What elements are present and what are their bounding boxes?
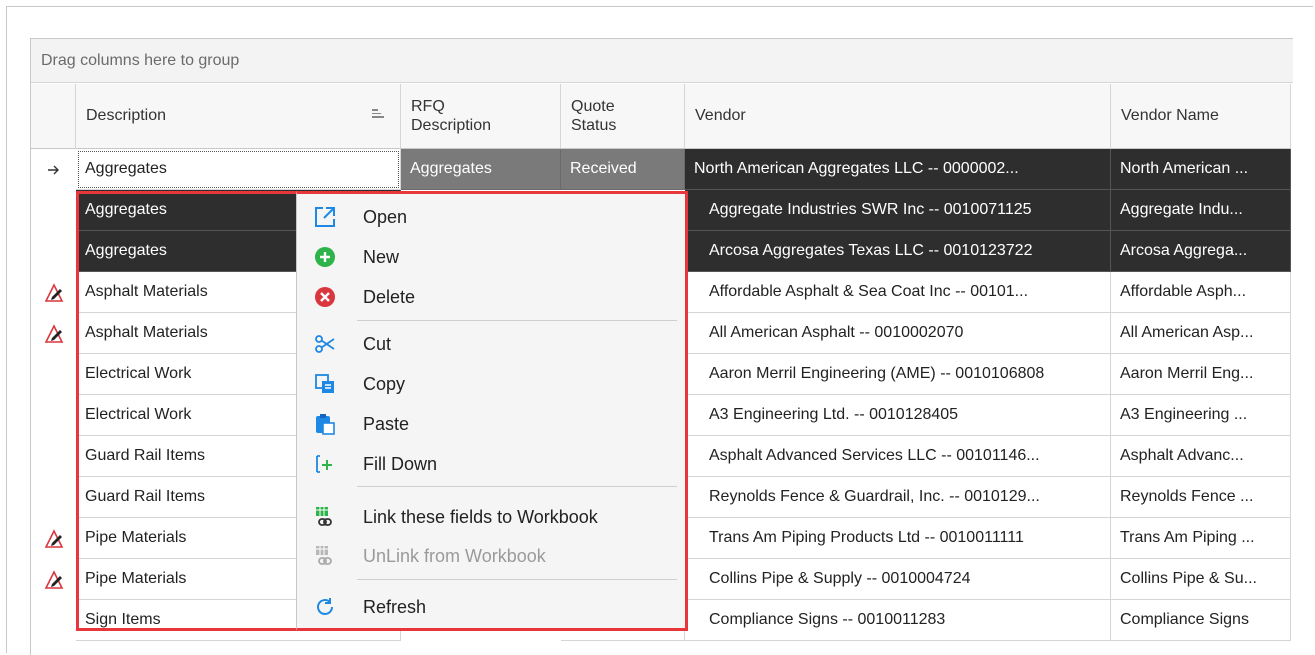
menu-separator (357, 579, 677, 580)
menu-separator (357, 320, 677, 321)
cell-quote-status[interactable]: Received (561, 149, 685, 190)
cell-vendor[interactable]: Compliance Signs -- 0010011283 (685, 600, 1111, 641)
fill-down-icon (303, 444, 347, 484)
cell-description[interactable]: Aggregates (76, 149, 401, 190)
menu-item-fill-down[interactable]: Fill Down (297, 444, 685, 484)
open-external-icon (303, 197, 347, 237)
status-header-line2: Status (571, 117, 617, 134)
cell-vendor-name[interactable]: Affordable Asph... (1111, 272, 1291, 313)
group-panel[interactable]: Drag columns here to group (31, 39, 1293, 83)
menu-item-copy-label: Copy (363, 373, 406, 394)
current-row-arrow-icon (31, 149, 76, 190)
table-row[interactable]: Aggregates Aggregates Received North Ame… (31, 149, 1293, 190)
cell-vendor-name[interactable]: Asphalt Advanc... (1111, 436, 1291, 477)
menu-item-open[interactable]: Open (297, 197, 685, 237)
cell-vendor-name[interactable]: Collins Pipe & Su... (1111, 559, 1291, 600)
menu-item-open-label: Open (363, 206, 408, 227)
menu-item-paste-label: Paste (363, 413, 410, 434)
cell-vendor[interactable]: Aggregate Industries SWR Inc -- 00100711… (685, 190, 1111, 231)
cell-vendor[interactable]: Arcosa Aggregates Texas LLC -- 001012372… (685, 231, 1111, 272)
cell-vendor-name[interactable]: All American Asp... (1111, 313, 1291, 354)
cell-vendor-name[interactable]: Arcosa Aggrega... (1111, 231, 1291, 272)
cell-vendor-name[interactable]: Compliance Signs (1111, 600, 1291, 641)
cell-vendor[interactable]: North American Aggregates LLC -- 0000002… (685, 149, 1111, 190)
menu-item-paste[interactable]: Paste (297, 404, 685, 444)
cell-vendor[interactable]: Collins Pipe & Supply -- 0010004724 (685, 559, 1111, 600)
cell-vendor-name[interactable]: Aaron Merril Eng... (1111, 354, 1291, 395)
menu-item-new-label: New (363, 246, 400, 267)
menu-item-link-workbook-label: Link these fields to Workbook (363, 506, 598, 527)
menu-item-unlink-workbook[interactable]: UnLink from Workbook (297, 536, 685, 576)
sort-ascending-icon[interactable] (372, 109, 384, 121)
menu-item-cut-label: Cut (363, 333, 392, 354)
column-header-vendor[interactable]: Vendor (685, 84, 1111, 149)
menu-item-link-workbook[interactable]: Link these fields to Workbook (297, 497, 685, 537)
menu-item-new[interactable]: New (297, 237, 685, 277)
menu-item-delete-label: Delete (363, 286, 416, 307)
menu-item-unlink-workbook-label: UnLink from Workbook (363, 545, 546, 566)
indicator-header (31, 84, 76, 149)
column-header-rfq-description[interactable]: RFQ Description (401, 84, 561, 149)
warning-edit-icon (31, 313, 76, 354)
warning-edit-icon (31, 518, 76, 559)
cell-vendor[interactable]: Asphalt Advanced Services LLC -- 0010114… (685, 436, 1111, 477)
cell-vendor[interactable]: All American Asphalt -- 0010002070 (685, 313, 1111, 354)
cell-vendor-name[interactable]: Reynolds Fence ... (1111, 477, 1291, 518)
column-header-vendor-label: Vendor (695, 107, 746, 124)
menu-separator (357, 486, 677, 487)
column-header-vendor-name-label: Vendor Name (1121, 107, 1219, 124)
add-icon (303, 237, 347, 277)
menu-item-delete[interactable]: Delete (297, 277, 685, 317)
rfq-header-line1: RFQ (411, 98, 445, 115)
cell-vendor[interactable]: Aaron Merril Engineering (AME) -- 001010… (685, 354, 1111, 395)
warning-edit-icon (31, 272, 76, 313)
cell-vendor[interactable]: Reynolds Fence & Guardrail, Inc. -- 0010… (685, 477, 1111, 518)
column-header-description-label: Description (86, 107, 167, 124)
warning-edit-icon (31, 559, 76, 600)
scissors-icon (303, 324, 347, 364)
cell-vendor-name[interactable]: A3 Engineering ... (1111, 395, 1291, 436)
unlink-workbook-icon (303, 536, 347, 576)
cell-vendor-name[interactable]: Trans Am Piping ... (1111, 518, 1291, 559)
cell-vendor-name[interactable]: Aggregate Indu... (1111, 190, 1291, 231)
column-header-quote-status[interactable]: Quote Status (561, 84, 685, 149)
rfq-header-line2: Description (411, 117, 492, 134)
refresh-icon (303, 587, 347, 627)
context-menu: Open New Delete Cut Copy Paste Fill Down… (296, 191, 688, 631)
paste-icon (303, 404, 347, 444)
column-header-description[interactable]: Description (76, 84, 401, 149)
cell-vendor[interactable]: A3 Engineering Ltd. -- 0010128405 (685, 395, 1111, 436)
menu-item-cut[interactable]: Cut (297, 324, 685, 364)
link-workbook-icon (303, 497, 347, 537)
menu-item-fill-down-label: Fill Down (363, 453, 438, 474)
menu-item-refresh-label: Refresh (363, 596, 427, 617)
copy-icon (303, 364, 347, 404)
column-header-vendor-name[interactable]: Vendor Name (1111, 84, 1291, 149)
cell-vendor[interactable]: Affordable Asphalt & Sea Coat Inc -- 001… (685, 272, 1111, 313)
cell-vendor[interactable]: Trans Am Piping Products Ltd -- 00100111… (685, 518, 1111, 559)
status-header-line1: Quote (571, 98, 615, 115)
cell-vendor-name[interactable]: North American ... (1111, 149, 1291, 190)
menu-item-refresh[interactable]: Refresh (297, 587, 685, 627)
delete-icon (303, 277, 347, 317)
cell-rfq-description[interactable]: Aggregates (401, 149, 561, 190)
menu-item-copy[interactable]: Copy (297, 364, 685, 404)
